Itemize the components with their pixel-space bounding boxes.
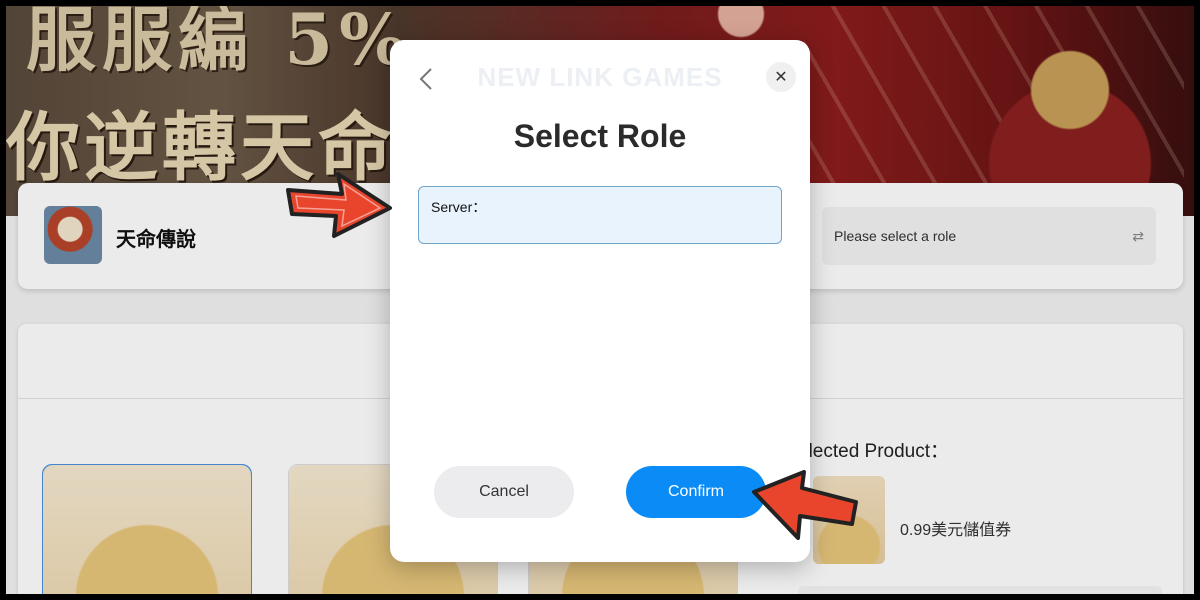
close-button[interactable]: ✕ — [766, 62, 796, 92]
select-role-dialog: NEW LINK GAMES ✕ Select Role Server： Can… — [390, 40, 810, 562]
cancel-button[interactable]: Cancel — [434, 466, 574, 518]
brand-logo: NEW LINK GAMES — [477, 62, 723, 92]
annotation-arrow-icon — [286, 172, 392, 238]
server-label: Server： — [431, 199, 487, 215]
close-icon: ✕ — [774, 69, 788, 86]
confirm-button[interactable]: Confirm — [626, 466, 766, 518]
server-select-field[interactable]: Server： — [418, 186, 782, 244]
dialog-title: Select Role — [513, 118, 687, 154]
annotation-arrow-icon — [752, 470, 858, 540]
